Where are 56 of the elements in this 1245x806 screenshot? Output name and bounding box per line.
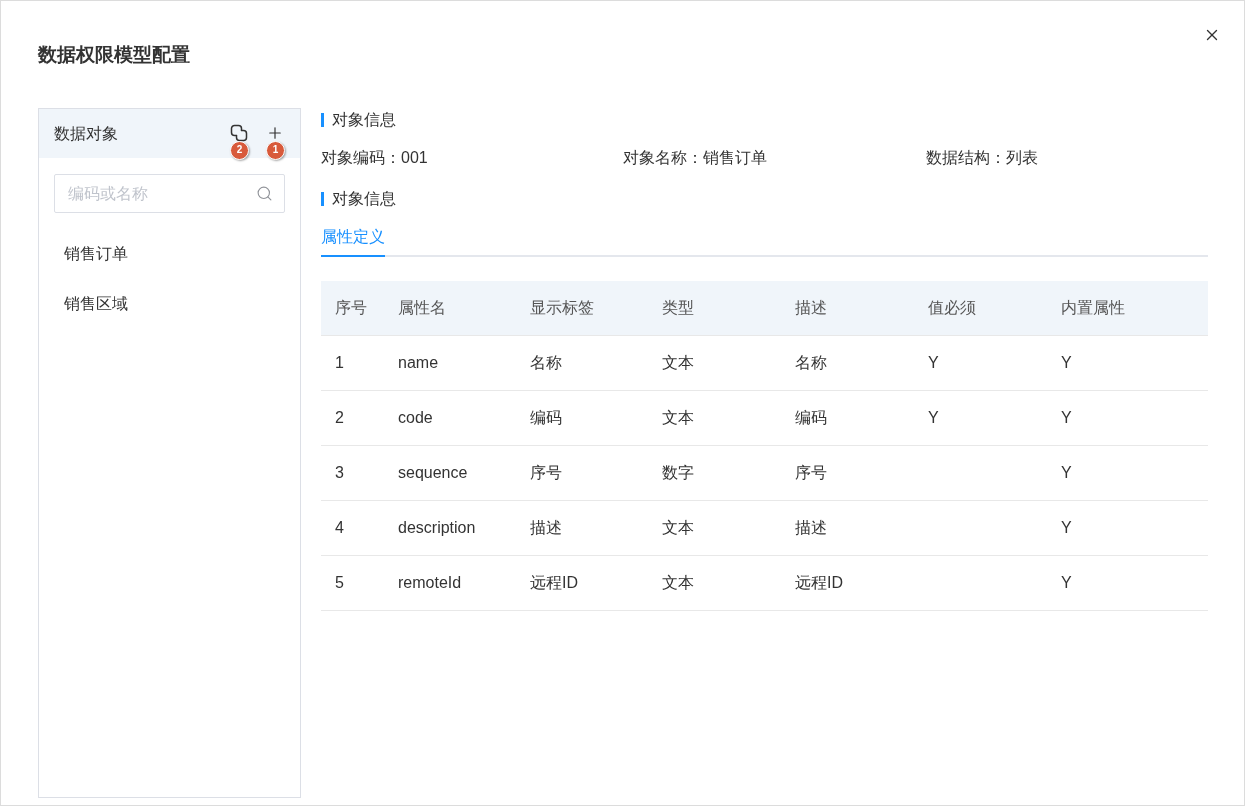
table-cell: sequence bbox=[398, 464, 468, 481]
section-marker-icon bbox=[321, 192, 324, 206]
table-cell: 文本 bbox=[662, 519, 694, 536]
table-cell: 远程ID bbox=[530, 574, 578, 591]
table-cell: 5 bbox=[335, 574, 344, 591]
table-cell: Y bbox=[928, 409, 939, 426]
column-header: 值必须 bbox=[928, 299, 976, 316]
table-cell: 描述 bbox=[530, 519, 562, 536]
table-cell: 文本 bbox=[662, 574, 694, 591]
column-header: 内置属性 bbox=[1061, 299, 1125, 316]
object-list-item[interactable]: 销售区域 bbox=[39, 279, 300, 329]
table-cell: Y bbox=[1061, 574, 1072, 591]
table-cell: 编码 bbox=[795, 409, 827, 426]
table-cell: remoteId bbox=[398, 574, 462, 591]
tab[interactable]: 属性定义 bbox=[321, 225, 385, 257]
table-cell: 文本 bbox=[662, 409, 694, 426]
column-header: 类型 bbox=[662, 299, 694, 316]
number-marker: 1 bbox=[266, 140, 285, 160]
table-cell: 远程ID bbox=[795, 574, 843, 591]
table-cell: name bbox=[398, 354, 439, 371]
column-header: 属性名 bbox=[398, 299, 446, 316]
table-cell: 3 bbox=[335, 464, 344, 481]
column-header: 序号 bbox=[335, 299, 367, 316]
section-marker-icon bbox=[321, 113, 324, 127]
object-list-item[interactable]: 销售订单 bbox=[39, 229, 300, 279]
column-header: 描述 bbox=[795, 299, 827, 316]
table-cell: 序号 bbox=[795, 464, 827, 481]
table-cell: 2 bbox=[335, 409, 344, 426]
info-field: 数据结构：列表 bbox=[926, 146, 1038, 170]
section-title: 对象信息 bbox=[332, 189, 396, 209]
table-cell: 数字 bbox=[662, 464, 694, 481]
table-cell: 编码 bbox=[530, 409, 562, 426]
table-cell: Y bbox=[1061, 354, 1072, 371]
table-cell: 名称 bbox=[530, 354, 562, 371]
table-cell: 4 bbox=[335, 519, 344, 536]
table-cell: 名称 bbox=[795, 354, 827, 371]
panel-title: 数据对象 bbox=[54, 123, 119, 144]
table-cell: Y bbox=[1061, 519, 1072, 536]
table-cell: 描述 bbox=[795, 519, 827, 536]
table-cell: description bbox=[398, 519, 476, 536]
link-icon bbox=[230, 123, 248, 142]
dialog-title: 数据权限模型配置 bbox=[38, 44, 190, 65]
table-cell: Y bbox=[1061, 409, 1072, 426]
info-field: 对象名称：销售订单 bbox=[623, 146, 767, 170]
table-cell: Y bbox=[1061, 464, 1072, 481]
search-icon bbox=[256, 185, 273, 202]
column-header: 显示标签 bbox=[530, 299, 594, 316]
table-cell: Y bbox=[928, 354, 939, 371]
table-cell: code bbox=[398, 409, 433, 426]
table-cell: 文本 bbox=[662, 354, 694, 371]
table-cell: 序号 bbox=[530, 464, 562, 481]
info-field: 对象编码：001 bbox=[321, 146, 428, 170]
section-title: 对象信息 bbox=[332, 110, 396, 130]
table-cell: 1 bbox=[335, 354, 344, 371]
number-marker: 2 bbox=[230, 140, 249, 160]
search-field[interactable]: 编码或名称 bbox=[54, 174, 285, 213]
